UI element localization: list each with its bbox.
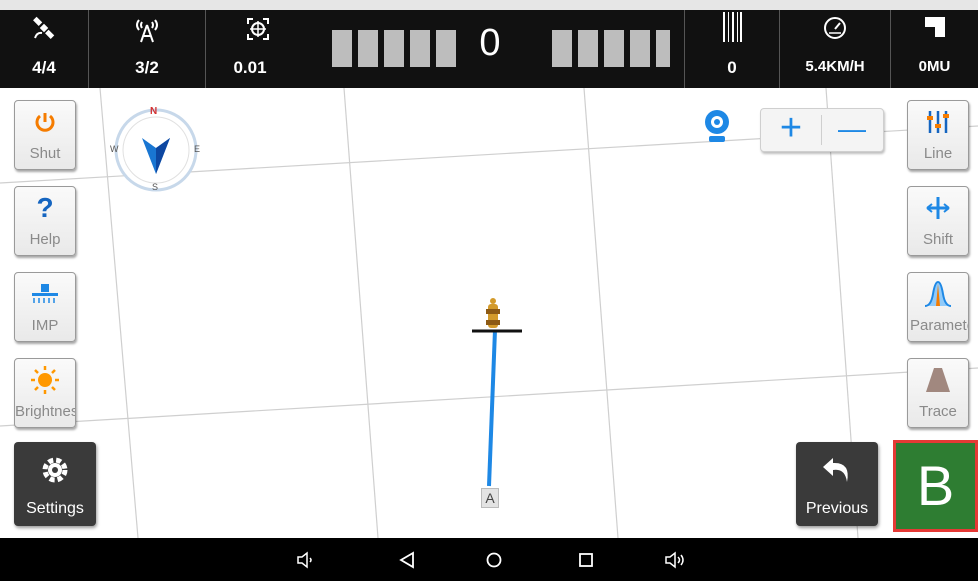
compass: N S W E (110, 106, 201, 194)
shut-label: Shut (29, 145, 61, 162)
tractor-icon (486, 298, 500, 328)
brightness-button[interactable]: Brightness (14, 358, 76, 428)
trace-button[interactable]: Trace (907, 358, 969, 428)
brightness-label: Brightness (15, 403, 75, 420)
zoom-control: + — (760, 108, 884, 152)
help-label: Help (29, 231, 61, 248)
satellite-icon (33, 16, 55, 39)
antenna-icon (136, 19, 158, 43)
lightbar-left-segment (436, 30, 456, 67)
params-label: Parameters (910, 317, 968, 334)
compass-icon (114, 108, 198, 192)
satellite-value: 4/4 (32, 58, 56, 77)
undo-icon (823, 458, 848, 482)
recents-icon (579, 553, 593, 567)
params-icon (924, 280, 952, 307)
previous-button[interactable]: Previous (796, 442, 878, 526)
lightbar-right-segment (656, 30, 670, 67)
point-a-label: A (481, 488, 499, 508)
shut-button[interactable]: Shut (14, 100, 76, 170)
lightbar-right-segment (552, 30, 572, 67)
recents-button[interactable] (572, 546, 600, 574)
speedometer-icon (824, 17, 846, 39)
compass-n: N (150, 106, 158, 117)
target-icon (247, 18, 269, 40)
line-label: Line (923, 145, 953, 162)
sun-icon (31, 366, 59, 394)
power-icon (35, 113, 55, 132)
lightbar-left-segment (332, 30, 352, 67)
line-button[interactable]: Line (907, 100, 969, 170)
back-icon (399, 551, 414, 569)
compass-s: S (152, 182, 159, 192)
question-icon: ? (36, 192, 54, 223)
set-point-b-button[interactable]: B (893, 440, 978, 532)
shift-button[interactable]: Shift (907, 186, 969, 256)
shift-icon (926, 197, 950, 219)
precision-status: 0.01 (206, 10, 310, 88)
gear-icon (42, 457, 68, 483)
compass-e: E (194, 144, 201, 154)
lightbar-left-segment (358, 30, 378, 67)
line-icon (927, 111, 949, 133)
speed-value: 5.4KM/H (805, 58, 865, 75)
trace-icon (926, 368, 950, 392)
count-status: 0 (685, 10, 779, 88)
locate-button[interactable] (700, 108, 734, 146)
deviation-value: 0 (479, 22, 501, 64)
guidance-line (487, 329, 497, 487)
precision-value: 0.01 (233, 58, 267, 77)
imp-label: IMP (31, 317, 59, 334)
area-value: 0MU (918, 58, 951, 75)
implement-icon (32, 284, 58, 303)
shift-label: Shift (922, 231, 953, 248)
trace-label: Trace (919, 403, 957, 420)
lightbar-right-segment (630, 30, 650, 67)
zoom-in-button[interactable]: + (761, 109, 821, 151)
params-button[interactable]: Parameters (907, 272, 969, 342)
back-button[interactable] (393, 546, 421, 574)
android-nav-bar (0, 538, 978, 581)
signal-status: 3/2 (89, 10, 205, 88)
area-status: 0MU (891, 10, 978, 88)
help-button[interactable]: ? Help (14, 186, 76, 256)
imp-button[interactable]: IMP (14, 272, 76, 342)
home-icon (486, 552, 502, 568)
webcam-icon (705, 110, 729, 142)
volume-down-icon (297, 551, 312, 569)
speed-status: 5.4KM/H (780, 10, 890, 88)
volume-down-button[interactable] (292, 546, 320, 574)
zoom-out-button[interactable]: — (822, 109, 882, 151)
satellite-status: 4/4 (0, 10, 88, 88)
home-button[interactable] (480, 546, 508, 574)
volume-up-icon (665, 551, 684, 569)
area-icon (924, 17, 945, 37)
volume-up-button[interactable] (662, 546, 690, 574)
previous-label: Previous (805, 500, 869, 517)
compass-w: W (110, 144, 119, 154)
settings-button[interactable]: Settings (14, 442, 96, 526)
lightbar-right-segment (604, 30, 624, 67)
status-bar: 4/4 3/2 0.01 0 0 5.4KM/H 0MU (0, 0, 978, 88)
lightbar-left-segment (384, 30, 404, 67)
lightbar-right-segment (578, 30, 598, 67)
signal-value: 3/2 (135, 58, 159, 77)
lightbar-left-segment (410, 30, 430, 67)
settings-label: Settings (26, 500, 84, 517)
barcode-icon (723, 12, 742, 42)
count-value: 0 (727, 58, 737, 77)
